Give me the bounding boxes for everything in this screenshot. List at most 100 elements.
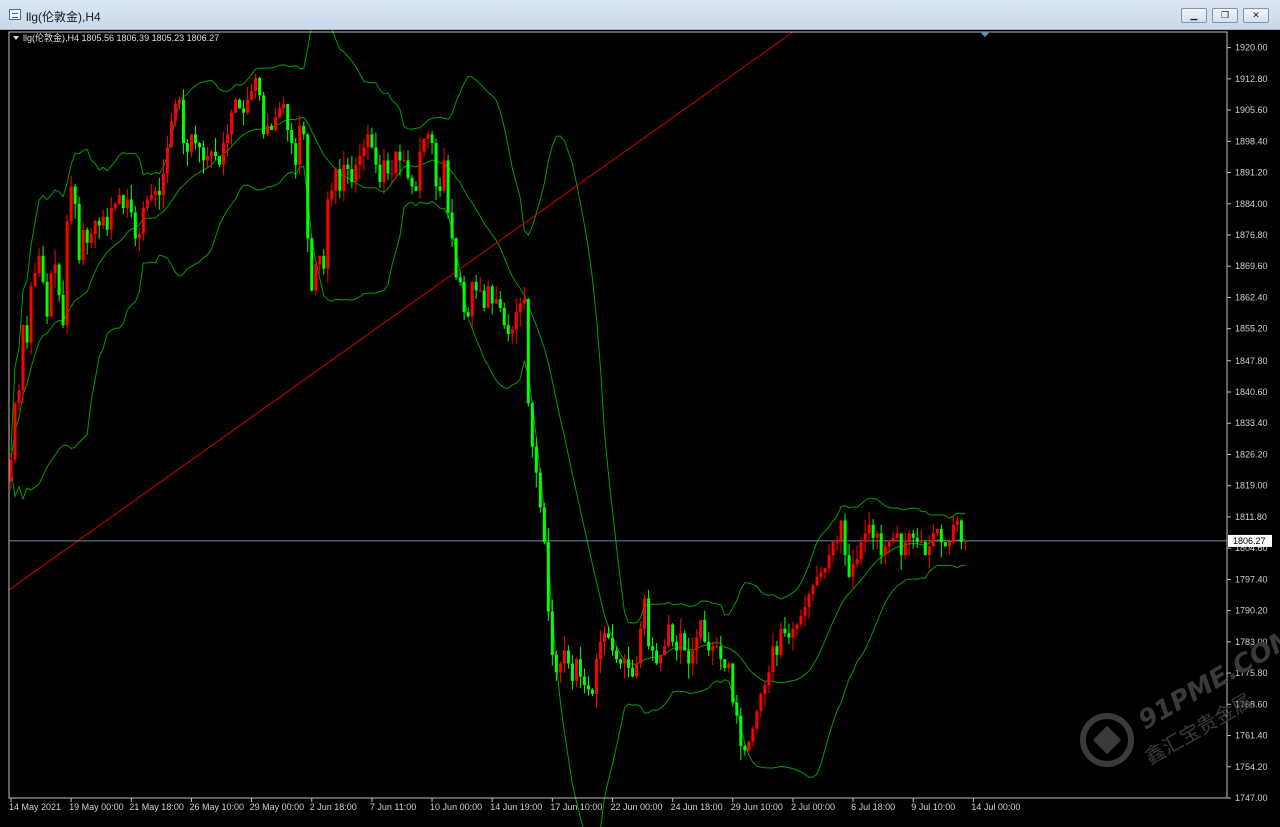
candle-body bbox=[406, 160, 410, 178]
candle-body bbox=[787, 633, 791, 638]
candle-body bbox=[827, 555, 831, 569]
y-tick-label: 1797.40 bbox=[1235, 574, 1268, 584]
candle-body bbox=[366, 134, 370, 148]
candle-body bbox=[879, 533, 883, 556]
candle-body bbox=[775, 646, 779, 655]
candle-body bbox=[771, 646, 775, 673]
candle-body bbox=[627, 659, 631, 668]
y-tick-label: 1833.40 bbox=[1235, 418, 1268, 428]
y-tick-label: 1920.00 bbox=[1235, 43, 1268, 53]
candle-body bbox=[177, 99, 181, 105]
candle-body bbox=[278, 108, 282, 118]
candle-body bbox=[450, 212, 454, 239]
candle-body bbox=[49, 273, 53, 317]
candle-body bbox=[811, 585, 815, 595]
chart-window-icon bbox=[9, 9, 21, 20]
x-tick-label: 10 Jun 00:00 bbox=[430, 802, 482, 812]
candle-body bbox=[907, 533, 911, 543]
candle-body bbox=[963, 540, 967, 543]
close-button[interactable]: ✕ bbox=[1243, 8, 1269, 23]
candle-body bbox=[398, 151, 402, 161]
restore-button[interactable]: ❐ bbox=[1212, 8, 1238, 23]
candle-body bbox=[819, 572, 823, 577]
candle-body bbox=[314, 264, 318, 291]
candle-body bbox=[538, 472, 542, 508]
candle-body bbox=[41, 255, 45, 282]
candle-body bbox=[89, 234, 93, 243]
candle-body bbox=[871, 524, 875, 538]
candle-body bbox=[246, 99, 250, 113]
candle-body bbox=[855, 559, 859, 564]
candle-body bbox=[530, 403, 534, 447]
chart-area[interactable]: 1920.00 1912.80 1905.60 1898.40 1891.20 1884.… bbox=[0, 30, 1280, 827]
candle-body bbox=[330, 190, 334, 200]
candle-body bbox=[193, 134, 197, 144]
candle-body bbox=[675, 641, 679, 651]
candle-body bbox=[258, 77, 262, 96]
candle-body bbox=[566, 650, 570, 664]
candle-body bbox=[502, 307, 506, 326]
candle-body bbox=[903, 542, 907, 556]
x-tick-label: 14 Jul 00:00 bbox=[971, 802, 1020, 812]
candle-body bbox=[205, 156, 209, 161]
candle-body bbox=[117, 195, 121, 204]
candle-body bbox=[25, 325, 29, 343]
minimize-button[interactable]: ▁ bbox=[1181, 8, 1207, 23]
candle-body bbox=[426, 134, 430, 139]
candle-body bbox=[546, 542, 550, 612]
y-tick-label: 1898.40 bbox=[1235, 136, 1268, 146]
candle-body bbox=[181, 99, 185, 144]
candle-body bbox=[61, 294, 65, 326]
candle-body bbox=[21, 325, 25, 391]
candle-body bbox=[891, 537, 895, 543]
candle-body bbox=[45, 281, 49, 317]
candle-body bbox=[687, 650, 691, 664]
candle-body bbox=[643, 598, 647, 629]
candle-body bbox=[747, 741, 751, 751]
candle-body bbox=[109, 208, 113, 230]
candle-body bbox=[129, 199, 133, 213]
x-tick-label: 9 Jul 10:00 bbox=[911, 802, 955, 812]
candle-body bbox=[498, 299, 502, 308]
x-tick-label: 19 May 00:00 bbox=[69, 802, 124, 812]
price-chart[interactable]: 1920.00 1912.80 1905.60 1898.40 1891.20 1884.… bbox=[0, 30, 1280, 827]
y-tick-label: 1876.80 bbox=[1235, 230, 1268, 240]
candle-body bbox=[831, 542, 835, 556]
candle-body bbox=[851, 563, 855, 577]
y-tick-label: 1754.20 bbox=[1235, 762, 1268, 772]
candle-body bbox=[113, 203, 117, 209]
candle-body bbox=[354, 164, 358, 183]
candle-body bbox=[230, 112, 234, 135]
candle-body bbox=[631, 667, 635, 677]
candle-body bbox=[574, 659, 578, 681]
candle-body bbox=[358, 156, 362, 165]
x-tick-label: 6 Jul 18:00 bbox=[851, 802, 895, 812]
candle-body bbox=[534, 446, 538, 473]
candle-body bbox=[594, 659, 598, 694]
candle-body bbox=[222, 143, 226, 165]
candle-body bbox=[911, 533, 915, 538]
candle-body bbox=[691, 650, 695, 664]
candle-body bbox=[598, 641, 602, 660]
candle-body bbox=[370, 134, 374, 148]
y-tick-label: 1847.80 bbox=[1235, 356, 1268, 366]
candle-body bbox=[238, 99, 242, 109]
candle-body bbox=[651, 646, 655, 651]
candle-body bbox=[867, 524, 871, 534]
candle-body bbox=[863, 533, 867, 543]
x-tick-label: 22 Jun 00:00 bbox=[611, 802, 663, 812]
candle-body bbox=[390, 173, 394, 175]
candle-body bbox=[161, 173, 165, 196]
candle-body bbox=[518, 303, 522, 313]
x-tick-label: 26 May 10:00 bbox=[189, 802, 244, 812]
candle-body bbox=[751, 728, 755, 742]
candle-body bbox=[446, 160, 450, 213]
candle-body bbox=[807, 594, 811, 608]
candle-body bbox=[97, 221, 101, 226]
candle-body bbox=[514, 312, 518, 330]
candle-body bbox=[13, 403, 17, 460]
candle-body bbox=[189, 134, 193, 152]
candle-body bbox=[254, 77, 258, 91]
candle-body bbox=[250, 90, 254, 100]
candle-body bbox=[943, 542, 947, 547]
